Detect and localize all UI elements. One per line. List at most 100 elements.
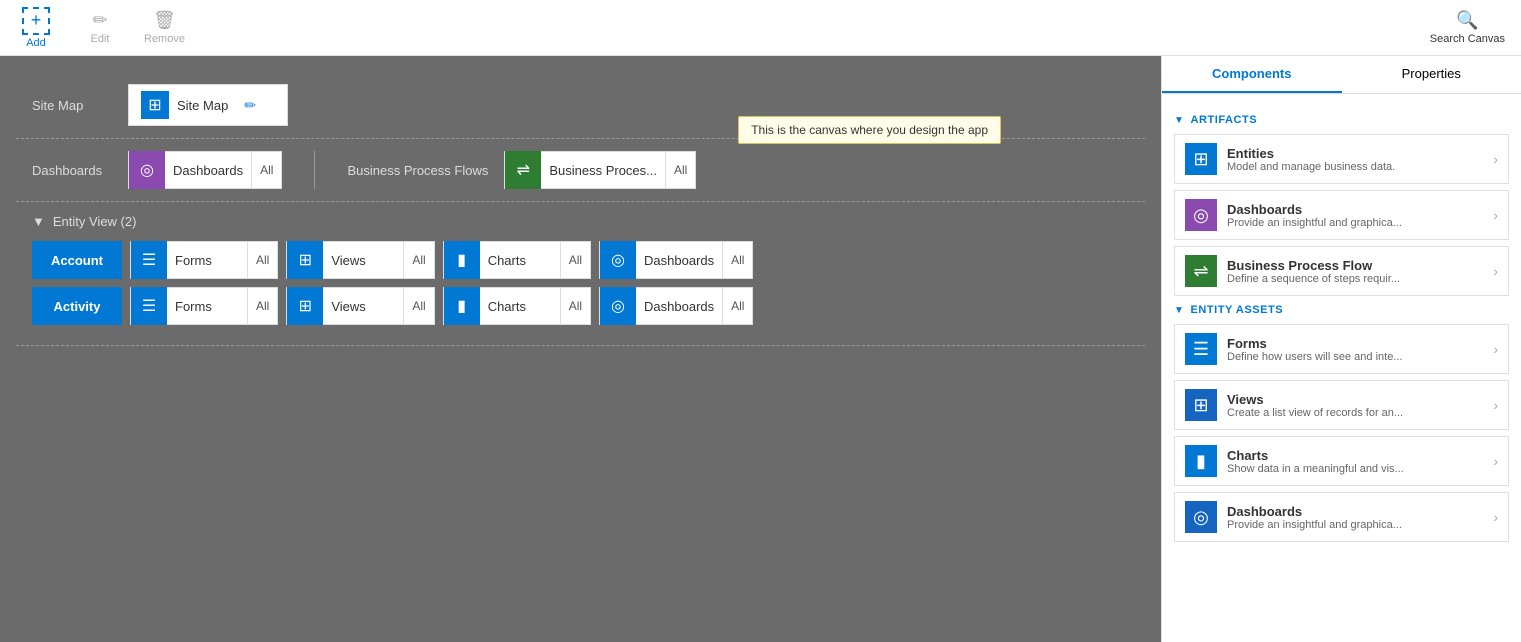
entities-chevron: › bbox=[1493, 151, 1498, 167]
entity-view-header[interactable]: ▼ Entity View (2) bbox=[32, 214, 1129, 229]
activity-dashboards-all[interactable]: All bbox=[722, 288, 752, 324]
site-map-edit-icon[interactable]: ✏ bbox=[244, 97, 256, 114]
activity-charts-box[interactable]: ▮ Charts All bbox=[443, 287, 591, 325]
account-forms-all[interactable]: All bbox=[247, 242, 277, 278]
bpf-component-box[interactable]: ⇌ Business Proces... All bbox=[504, 151, 696, 189]
panel-dashboards2-chevron: › bbox=[1493, 509, 1498, 525]
panel-dashboards2-icon: ◎ bbox=[1185, 501, 1217, 533]
activity-views-all[interactable]: All bbox=[403, 288, 433, 324]
panel-item-entities[interactable]: ⊞ Entities Model and manage business dat… bbox=[1174, 134, 1509, 184]
search-canvas-button[interactable]: 🔍 Search Canvas bbox=[1430, 10, 1505, 45]
activity-entity-button[interactable]: Activity bbox=[32, 287, 122, 325]
row-divider bbox=[314, 151, 315, 189]
artifacts-section-header: ▼ ARTIFACTS bbox=[1174, 114, 1509, 126]
activity-forms-name: Forms bbox=[167, 299, 247, 314]
entity-view-title: Entity View (2) bbox=[53, 214, 137, 229]
dashboards-all-btn[interactable]: All bbox=[251, 152, 281, 188]
panel-views-desc: Create a list view of records for an... bbox=[1227, 407, 1483, 419]
panel-dashboards-icon: ◎ bbox=[1185, 199, 1217, 231]
add-button[interactable]: + Add bbox=[16, 7, 56, 49]
account-forms-box[interactable]: ☰ Forms All bbox=[130, 241, 278, 279]
site-map-box[interactable]: ⊞ Site Map ✏ bbox=[128, 84, 288, 126]
activity-charts-name: Charts bbox=[480, 299, 560, 314]
account-forms-name: Forms bbox=[167, 253, 247, 268]
entity-assets-section-header: ▼ ENTITY ASSETS bbox=[1174, 304, 1509, 316]
account-charts-all[interactable]: All bbox=[560, 242, 590, 278]
dashboards-icon: ◎ bbox=[129, 151, 165, 189]
site-map-row-label: Site Map bbox=[32, 98, 112, 113]
panel-bpf-text: Business Process Flow Define a sequence … bbox=[1227, 258, 1483, 285]
activity-charts-all[interactable]: All bbox=[560, 288, 590, 324]
panel-item-forms[interactable]: ☰ Forms Define how users will see and in… bbox=[1174, 324, 1509, 374]
account-entity-row: Account ☰ Forms All ⊞ Views All ▮ Charts… bbox=[32, 241, 1129, 279]
account-charts-box[interactable]: ▮ Charts All bbox=[443, 241, 591, 279]
panel-views-icon: ⊞ bbox=[1185, 389, 1217, 421]
account-views-icon: ⊞ bbox=[287, 241, 323, 279]
entities-desc: Model and manage business data. bbox=[1227, 161, 1483, 173]
panel-item-charts[interactable]: ▮ Charts Show data in a meaningful and v… bbox=[1174, 436, 1509, 486]
panel-forms-title: Forms bbox=[1227, 336, 1483, 351]
artifacts-header-label: ARTIFACTS bbox=[1190, 114, 1257, 126]
panel-dashboards-desc: Provide an insightful and graphica... bbox=[1227, 217, 1483, 229]
search-icon: 🔍 bbox=[1456, 10, 1478, 31]
activity-forms-box[interactable]: ☰ Forms All bbox=[130, 287, 278, 325]
activity-views-box[interactable]: ⊞ Views All bbox=[286, 287, 434, 325]
site-map-icon: ⊞ bbox=[141, 91, 169, 119]
bpf-row-label: Business Process Flows bbox=[347, 163, 488, 178]
activity-entity-row: Activity ☰ Forms All ⊞ Views All ▮ Chart… bbox=[32, 287, 1129, 325]
panel-tabs: Components Properties bbox=[1162, 56, 1521, 94]
account-dashboards-box[interactable]: ◎ Dashboards All bbox=[599, 241, 753, 279]
panel-dashboards-text: Dashboards Provide an insightful and gra… bbox=[1227, 202, 1483, 229]
tab-properties[interactable]: Properties bbox=[1342, 56, 1521, 93]
activity-views-name: Views bbox=[323, 299, 403, 314]
panel-charts-chevron: › bbox=[1493, 453, 1498, 469]
entity-assets-header-label: ENTITY ASSETS bbox=[1190, 304, 1283, 316]
panel-charts-title: Charts bbox=[1227, 448, 1483, 463]
add-label: Add bbox=[26, 37, 46, 49]
account-dashboards-all[interactable]: All bbox=[722, 242, 752, 278]
panel-dashboards2-text: Dashboards Provide an insightful and gra… bbox=[1227, 504, 1483, 531]
panel-bpf-icon: ⇌ bbox=[1185, 255, 1217, 287]
activity-views-icon: ⊞ bbox=[287, 287, 323, 325]
panel-item-dashboards2[interactable]: ◎ Dashboards Provide an insightful and g… bbox=[1174, 492, 1509, 542]
panel-item-bpf[interactable]: ⇌ Business Process Flow Define a sequenc… bbox=[1174, 246, 1509, 296]
tab-components[interactable]: Components bbox=[1162, 56, 1342, 93]
account-views-box[interactable]: ⊞ Views All bbox=[286, 241, 434, 279]
activity-forms-all[interactable]: All bbox=[247, 288, 277, 324]
entities-title: Entities bbox=[1227, 146, 1483, 161]
panel-forms-desc: Define how users will see and inte... bbox=[1227, 351, 1483, 363]
bpf-name: Business Proces... bbox=[541, 163, 665, 178]
panel-forms-icon: ☰ bbox=[1185, 333, 1217, 365]
panel-bpf-title: Business Process Flow bbox=[1227, 258, 1483, 273]
panel-charts-icon: ▮ bbox=[1185, 445, 1217, 477]
panel-dashboards-chevron: › bbox=[1493, 207, 1498, 223]
entity-view-chevron: ▼ bbox=[32, 214, 45, 229]
account-views-all[interactable]: All bbox=[403, 242, 433, 278]
edit-label: Edit bbox=[91, 33, 110, 45]
account-dashboards-icon: ◎ bbox=[600, 241, 636, 279]
bpf-all-btn[interactable]: All bbox=[665, 152, 695, 188]
panel-bpf-chevron: › bbox=[1493, 263, 1498, 279]
search-label: Search Canvas bbox=[1430, 33, 1505, 45]
activity-dashboards-box[interactable]: ◎ Dashboards All bbox=[599, 287, 753, 325]
account-entity-button[interactable]: Account bbox=[32, 241, 122, 279]
edit-button[interactable]: ✏ Edit bbox=[80, 10, 120, 45]
panel-item-views[interactable]: ⊞ Views Create a list view of records fo… bbox=[1174, 380, 1509, 430]
right-panel: Components Properties ▼ ARTIFACTS ⊞ Enti… bbox=[1161, 56, 1521, 642]
dashboards-row: Dashboards ◎ Dashboards All Business Pro… bbox=[16, 139, 1145, 202]
panel-views-text: Views Create a list view of records for … bbox=[1227, 392, 1483, 419]
panel-charts-desc: Show data in a meaningful and vis... bbox=[1227, 463, 1483, 475]
edit-icon: ✏ bbox=[92, 10, 107, 31]
dashboards-component-box[interactable]: ◎ Dashboards All bbox=[128, 151, 282, 189]
panel-content: ▼ ARTIFACTS ⊞ Entities Model and manage … bbox=[1162, 94, 1521, 642]
site-map-name: Site Map bbox=[177, 98, 228, 113]
remove-button[interactable]: 🗑 Remove bbox=[144, 10, 185, 45]
activity-charts-icon: ▮ bbox=[444, 287, 480, 325]
entity-assets-chevron: ▼ bbox=[1174, 305, 1184, 316]
remove-icon: 🗑 bbox=[153, 10, 176, 31]
canvas-tooltip: This is the canvas where you design the … bbox=[738, 116, 1001, 144]
panel-item-dashboards[interactable]: ◎ Dashboards Provide an insightful and g… bbox=[1174, 190, 1509, 240]
activity-forms-icon: ☰ bbox=[131, 287, 167, 325]
account-charts-icon: ▮ bbox=[444, 241, 480, 279]
canvas-area: This is the canvas where you design the … bbox=[0, 56, 1161, 642]
